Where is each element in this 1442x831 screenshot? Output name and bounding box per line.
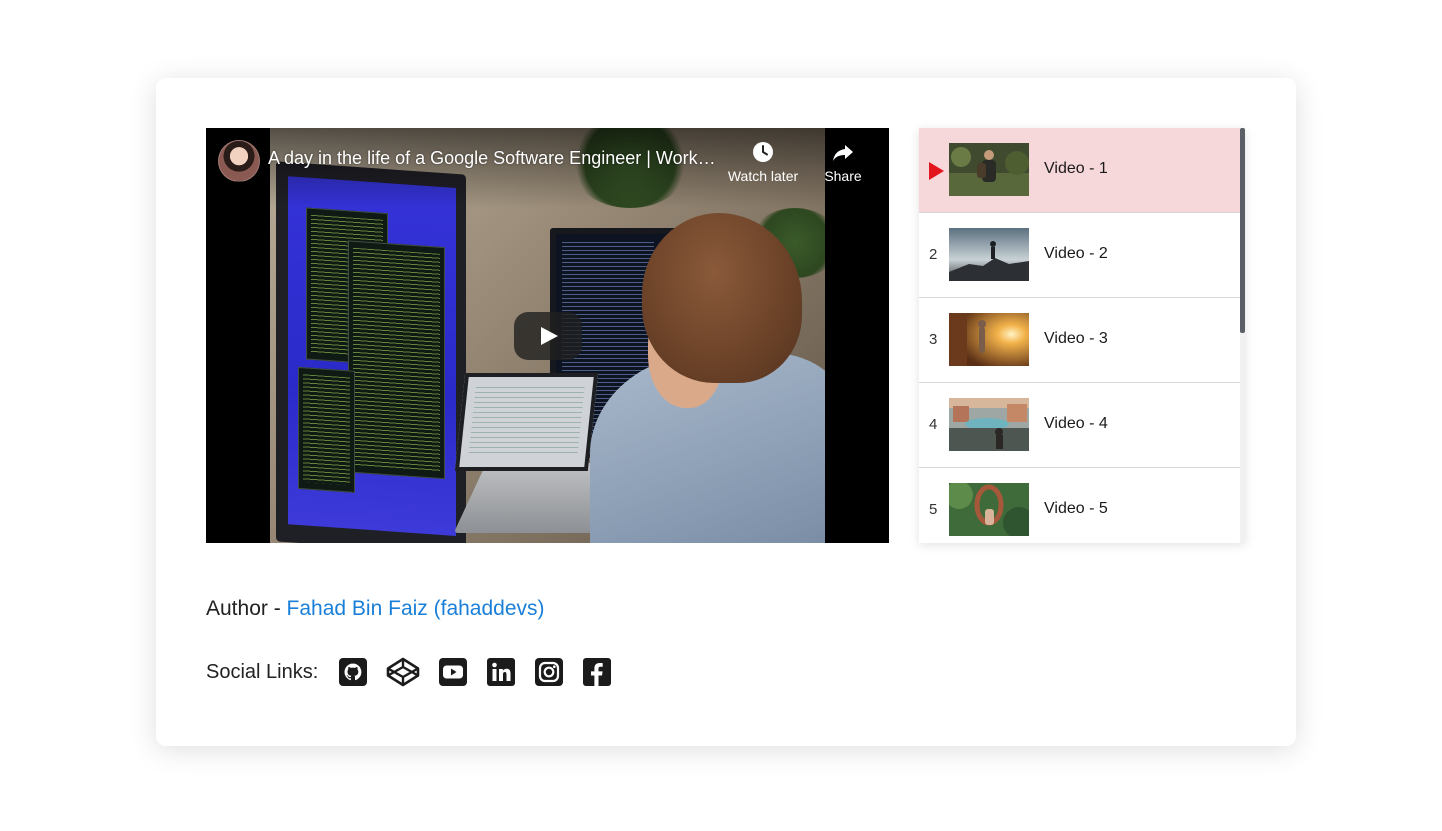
codepen-icon[interactable] [386,657,420,687]
social-links: Social Links: [206,656,630,688]
playlist-item-label: Video - 3 [1044,330,1108,347]
playlist-item[interactable]: 2 Video - 2 [919,213,1240,298]
scrollbar-thumb[interactable] [1240,128,1245,333]
linkedin-icon[interactable] [486,657,516,687]
watch-later-label: Watch later [727,168,799,184]
playlist-item-label: Video - 2 [1044,245,1108,262]
video-title[interactable]: A day in the life of a Google Software E… [268,148,718,169]
author-prefix: Author - [206,597,287,620]
playlist-item-index: 3 [929,331,938,348]
playlist-item-label: Video - 4 [1044,415,1108,432]
video-thumbnail-3 [949,313,1029,366]
github-icon[interactable] [338,657,368,687]
playlist-item[interactable]: 5 Video - 5 [919,468,1240,543]
playlist-item-index: 5 [929,501,938,518]
share-icon [833,145,853,161]
clock-icon [753,142,773,162]
content-card: A day in the life of a Google Software E… [156,78,1296,746]
play-button[interactable] [514,312,582,360]
playlist-item-label: Video - 1 [1044,160,1108,177]
facebook-icon[interactable] [582,657,612,687]
author-line: Author - Fahad Bin Faiz (fahaddevs) [206,597,545,621]
channel-avatar[interactable] [218,140,260,182]
share-label: Share [824,168,862,184]
playlist-scrollbar[interactable] [1240,128,1245,543]
play-icon [541,327,558,345]
playlist-item-label: Video - 5 [1044,500,1108,517]
author-link[interactable]: Fahad Bin Faiz (fahaddevs) [287,597,545,620]
now-playing-icon [929,162,944,180]
watch-later-button[interactable]: Watch later [722,140,804,184]
video-player[interactable]: A day in the life of a Google Software E… [206,128,889,543]
instagram-icon[interactable] [534,657,564,687]
video-thumbnail-4 [949,398,1029,451]
video-thumbnail-1 [949,143,1029,196]
social-links-label: Social Links: [206,660,319,683]
playlist[interactable]: Video - 1 2 Video - 2 3 Video - 3 4 Vide… [919,128,1245,543]
video-thumbnail-5 [949,483,1029,536]
share-button[interactable]: Share [818,140,868,184]
youtube-icon[interactable] [438,657,468,687]
playlist-item[interactable]: Video - 1 [919,128,1240,213]
playlist-item[interactable]: 4 Video - 4 [919,383,1240,468]
video-thumbnail-2 [949,228,1029,281]
playlist-item[interactable]: 3 Video - 3 [919,298,1240,383]
playlist-item-index: 2 [929,246,938,263]
playlist-item-index: 4 [929,416,938,433]
